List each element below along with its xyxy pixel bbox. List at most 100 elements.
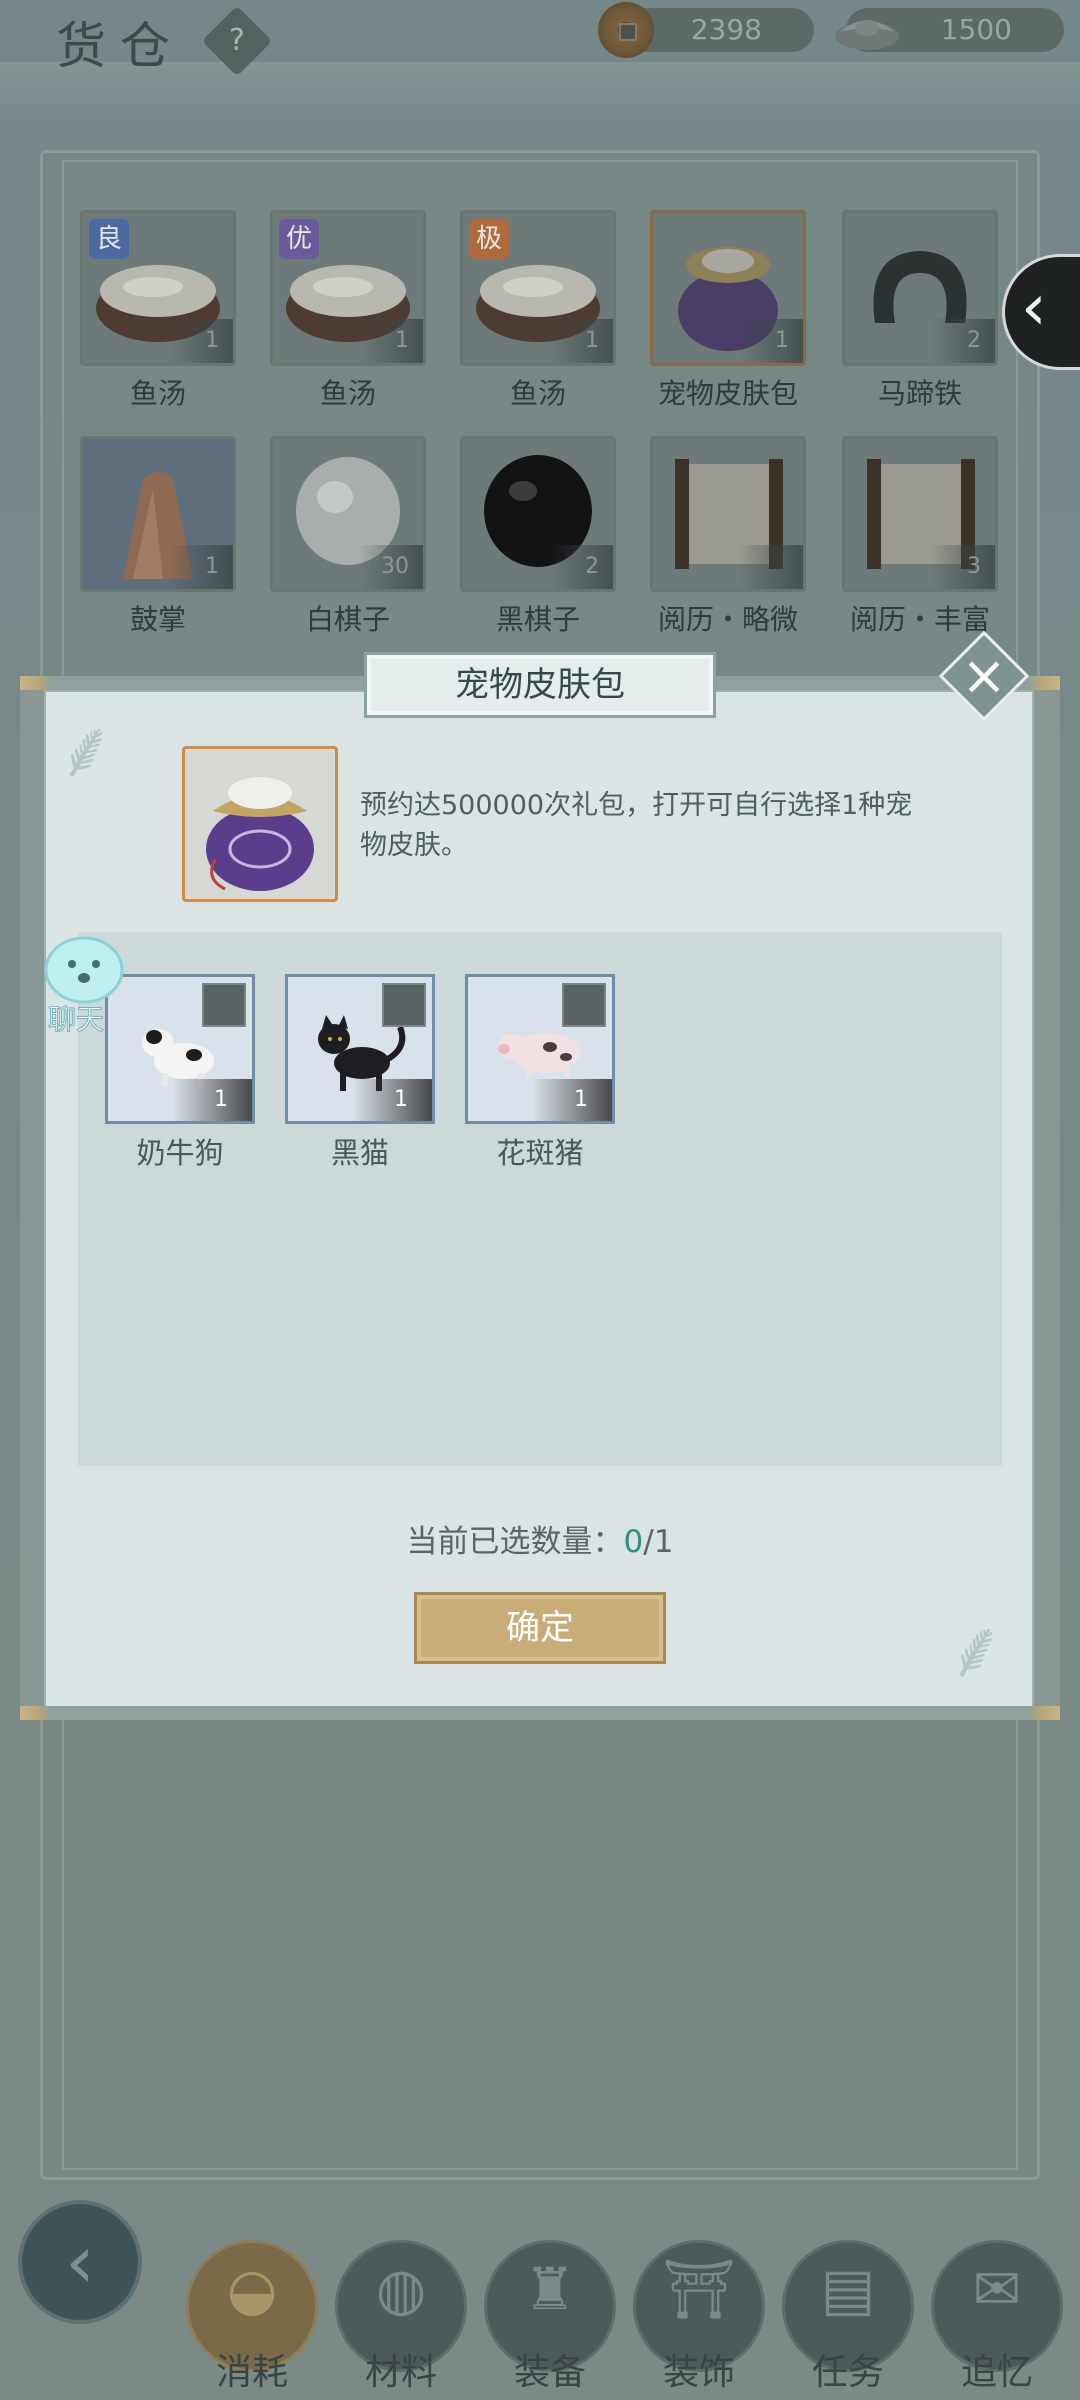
item-slot: 3	[842, 436, 998, 592]
item-slot: 1	[80, 436, 236, 592]
tab-materials[interactable]: ◍ 材料	[335, 2240, 467, 2393]
package-item-slot	[182, 746, 338, 902]
back-arrow-icon: ‹	[65, 2219, 95, 2305]
letter-icon: ✉	[972, 2255, 1022, 2323]
bowl-icon: ◒	[226, 2255, 278, 2323]
gate-icon: ⛩	[662, 2255, 736, 2323]
item-slot: 30	[270, 436, 426, 592]
item-count	[739, 545, 803, 589]
tab-memories[interactable]: ✉ 追忆	[931, 2240, 1063, 2393]
item-slot: 极 1	[460, 210, 616, 366]
copper-coin-icon	[598, 2, 654, 58]
confirm-label: 确定	[506, 1608, 574, 1648]
pet-checkbox[interactable]	[202, 983, 246, 1027]
item-count: 2	[549, 545, 613, 589]
bamboo-decoration-icon: ⸙	[946, 1603, 1006, 1696]
item-name: 鱼汤	[129, 377, 186, 410]
silver-value: 1500	[940, 13, 1012, 46]
pet-name: 黑猫	[330, 1136, 389, 1170]
tab-consumables[interactable]: ◒ 消耗	[186, 2240, 318, 2393]
item-count: 1	[359, 319, 423, 363]
page-title: 货仓	[56, 17, 184, 75]
chat-label: 聊天	[47, 1003, 104, 1037]
tab-label: 消耗	[215, 2352, 288, 2393]
item-count: 1	[739, 319, 803, 363]
pet-slot: 1	[285, 974, 435, 1124]
bamboo-decoration-icon: ⸙	[56, 703, 116, 796]
pet-name: 奶牛狗	[136, 1136, 224, 1170]
item-count: 2	[931, 319, 995, 363]
pet-checkbox[interactable]	[562, 983, 606, 1027]
silver-ingot-icon	[835, 20, 899, 50]
copper-value: 2398	[690, 13, 762, 46]
selected-count: 当前已选数量：0/1	[0, 1516, 1080, 1561]
modal-title: 宠物皮肤包	[455, 665, 625, 705]
inventory-item[interactable]: 良 1 鱼汤	[80, 210, 236, 412]
item-count: 1	[549, 319, 613, 363]
inventory-item[interactable]: 1 鼓掌	[80, 436, 236, 638]
item-name: 阅历・丰富	[849, 603, 990, 636]
back-button[interactable]: ‹	[18, 2200, 142, 2324]
materials-icon: ◍	[375, 2255, 427, 2323]
item-name: 宠物皮肤包	[657, 377, 798, 410]
item-slot: 优 1	[270, 210, 426, 366]
item-slot: 良 1	[80, 210, 236, 366]
item-count: 1	[169, 545, 233, 589]
item-slot	[650, 436, 806, 592]
modal-bottom-bar	[20, 1706, 1060, 1720]
chevron-left-icon: ‹	[1021, 271, 1047, 345]
package-description: 预约达500000次礼包，打开可自行选择1种宠物皮肤。	[360, 790, 913, 861]
item-count: 30	[359, 545, 423, 589]
grade-badge: 良	[89, 219, 129, 259]
selected-count-label: 当前已选数量：	[406, 1524, 624, 1560]
inventory-item[interactable]: 2 黑棋子	[460, 436, 616, 638]
close-icon: ×	[961, 644, 1007, 707]
item-name: 鱼汤	[319, 377, 376, 410]
pet-count: 1	[532, 1079, 612, 1121]
pet-count: 1	[172, 1079, 252, 1121]
pet-skin-bag-icon	[206, 777, 314, 891]
inventory-item[interactable]: 3 阅历・丰富	[842, 436, 998, 638]
item-slot: 2	[460, 436, 616, 592]
tab-tasks[interactable]: ▤ 任务	[782, 2240, 914, 2393]
silver-counter: 1500	[835, 8, 1064, 52]
tab-label: 任务	[811, 2352, 884, 2393]
tab-equipment[interactable]: ♜ 装备	[484, 2240, 616, 2393]
inventory-item[interactable]: 30 白棋子	[270, 436, 426, 638]
item-slot: 1	[650, 210, 806, 366]
help-label: ?	[229, 23, 245, 58]
inventory-item[interactable]: 2 马蹄铁	[842, 210, 998, 412]
item-name: 白棋子	[305, 603, 390, 636]
robe-icon: ♜	[524, 2255, 576, 2323]
tab-label: 材料	[364, 2352, 437, 2393]
grade-badge: 极	[469, 219, 509, 259]
inventory-item[interactable]: 优 1 鱼汤	[270, 210, 426, 412]
pet-count: 1	[352, 1079, 432, 1121]
item-name: 黑棋子	[495, 603, 580, 636]
tab-label: 装备	[513, 2352, 586, 2393]
selected-count-value: 0	[623, 1524, 644, 1560]
task-book-icon: ▤	[820, 2255, 876, 2323]
confirm-button[interactable]: 确定	[414, 1592, 666, 1664]
inventory-item[interactable]: 阅历・略微	[650, 436, 806, 638]
pet-slot: 1	[465, 974, 615, 1124]
tab-decoration[interactable]: ⛩ 装饰	[633, 2240, 765, 2393]
tab-label: 装饰	[662, 2352, 735, 2393]
grade-badge: 优	[279, 219, 319, 259]
inventory-item[interactable]: 极 1 鱼汤	[460, 210, 616, 412]
chat-button[interactable]: 聊天	[24, 930, 128, 1037]
modal-title-plate: 宠物皮肤包	[364, 652, 716, 718]
pet-name: 花斑猪	[496, 1136, 584, 1170]
help-button[interactable]: ?	[201, 5, 273, 77]
item-count: 3	[931, 545, 995, 589]
item-name: 阅历・略微	[657, 603, 798, 636]
inventory-item[interactable]: 1 宠物皮肤包	[650, 210, 806, 412]
pet-option[interactable]: 1 花斑猪	[465, 974, 615, 1172]
pet-checkbox[interactable]	[382, 983, 426, 1027]
item-name: 鼓掌	[129, 603, 186, 636]
item-name: 马蹄铁	[877, 377, 962, 410]
item-slot: 2	[842, 210, 998, 366]
item-count: 1	[169, 319, 233, 363]
pet-option[interactable]: 1 黑猫	[285, 974, 435, 1172]
copper-counter: 2398	[598, 2, 814, 58]
